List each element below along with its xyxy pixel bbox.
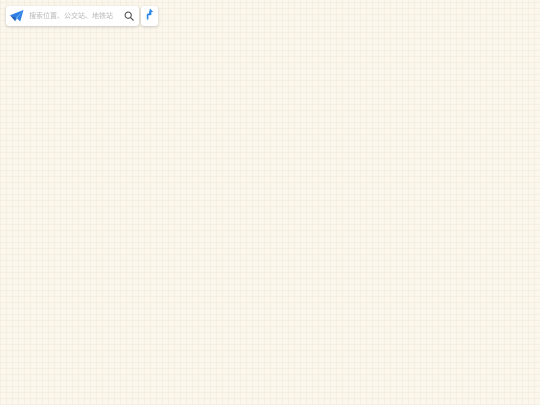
map-canvas[interactable] [0,0,540,405]
paper-plane-icon [10,9,24,23]
route-button[interactable] [141,6,158,26]
search-box [6,6,139,26]
search-input[interactable] [24,7,123,25]
search-icon[interactable] [123,10,135,22]
route-direction-icon [145,7,155,25]
